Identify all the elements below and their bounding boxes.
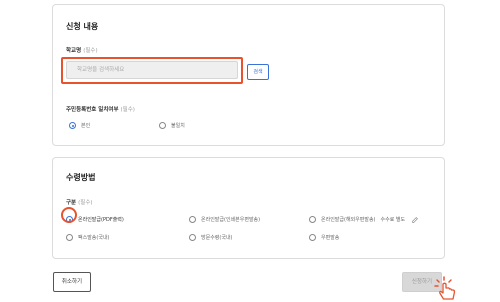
radio-unchecked-icon xyxy=(189,234,196,241)
radio-unchecked-icon xyxy=(66,234,73,241)
school-name-label: 학교명 (필수) xyxy=(66,48,98,54)
radio-unchecked-icon xyxy=(309,216,316,223)
school-name-input[interactable]: 학교명을 검색하세요 xyxy=(66,61,238,79)
receive-option-mail[interactable]: 우편발송 xyxy=(309,234,339,241)
radio-unchecked-icon xyxy=(309,234,316,241)
receive-option-print-mail[interactable]: 온라인발급(인쇄본우편발송) xyxy=(189,216,260,223)
radio-checked-icon xyxy=(69,122,76,129)
type-label: 구분 (필수) xyxy=(66,200,93,206)
school-search-button[interactable]: 검색 xyxy=(247,64,269,80)
radio-unchecked-icon xyxy=(159,122,166,129)
receive-option-overseas[interactable]: 온라인발급(해외우편발송) 수수료 별도 xyxy=(309,216,418,223)
fee-note: 수수료 별도 xyxy=(380,217,406,223)
radio-unchecked-icon xyxy=(189,216,196,223)
radio-checked-icon xyxy=(66,216,73,223)
receive-option-fax[interactable]: 팩스발송(국내) xyxy=(66,234,110,241)
identity-option-match[interactable]: 본인 xyxy=(69,122,90,129)
application-card: 신청 내용 학교명 (필수) 학교명을 검색하세요 검색 주민등록번호 일치여부(… xyxy=(52,4,445,146)
receive-method-card: 수령방법 구분 (필수) 온라인발급(PDF출력) 온라인발급(인쇄본우편발송) … xyxy=(52,157,445,259)
identity-label: 주민등록번호 일치여부 (필수) xyxy=(66,107,135,113)
receive-option-visit[interactable]: 방문수령(국내) xyxy=(189,234,233,241)
cancel-button[interactable]: 취소하기 xyxy=(53,272,91,292)
receive-section-title: 수령방법 xyxy=(66,173,96,182)
identity-option-mismatch[interactable]: 불일치 xyxy=(159,122,185,129)
receive-option-pdf[interactable]: 온라인발급(PDF출력) xyxy=(66,216,124,223)
edit-icon xyxy=(412,216,418,223)
pointer-cursor-icon xyxy=(434,276,456,300)
application-section-title: 신청 내용 xyxy=(66,22,99,31)
